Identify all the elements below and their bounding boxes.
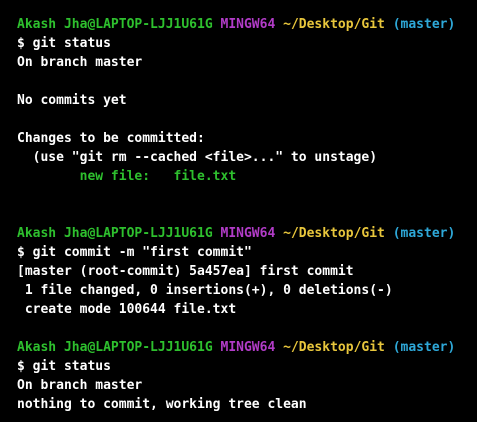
output-line: create mode 100644 file.txt — [17, 302, 237, 317]
output-line: On branch master — [17, 55, 143, 70]
output-line: On branch master — [17, 378, 143, 393]
prompt-system: MINGW64 — [220, 226, 276, 241]
prompt-user-host: Akash Jha@LAPTOP-LJJ1U61G — [17, 340, 213, 355]
command-line: $ git status — [17, 36, 111, 51]
prompt-path: ~/Desktop/Git — [283, 340, 385, 355]
prompt-line: Akash Jha@LAPTOP-LJJ1U61G MINGW64 ~/Desk… — [17, 224, 477, 243]
prompt-path: ~/Desktop/Git — [283, 226, 385, 241]
output-line: (use "git rm --cached <file>..." to unst… — [17, 150, 378, 165]
prompt-system: MINGW64 — [220, 17, 276, 32]
prompt-path: ~/Desktop/Git — [283, 17, 385, 32]
command-line: $ git commit -m "first commit" — [17, 245, 252, 260]
command-line: $ git status — [17, 359, 111, 374]
output-line: Changes to be committed: — [17, 131, 205, 146]
output-line: 1 file changed, 0 insertions(+), 0 delet… — [17, 283, 393, 298]
prompt-system: MINGW64 — [220, 340, 276, 355]
output-line: [master (root-commit) 5a457ea] first com… — [17, 264, 354, 279]
terminal-window[interactable]: Akash Jha@LAPTOP-LJJ1U61G MINGW64 ~/Desk… — [0, 0, 477, 422]
staged-file-line: new file: file.txt — [17, 169, 237, 184]
prompt-branch: (master) — [392, 226, 456, 241]
prompt-user-host: Akash Jha@LAPTOP-LJJ1U61G — [17, 17, 213, 32]
prompt-line: Akash Jha@LAPTOP-LJJ1U61G MINGW64 ~/Desk… — [17, 15, 477, 34]
prompt-branch: (master) — [392, 17, 456, 32]
prompt-branch: (master) — [392, 340, 456, 355]
output-line: No commits yet — [17, 93, 127, 108]
prompt-line: Akash Jha@LAPTOP-LJJ1U61G MINGW64 ~/Desk… — [17, 338, 477, 357]
output-line: nothing to commit, working tree clean — [17, 397, 307, 412]
prompt-user-host: Akash Jha@LAPTOP-LJJ1U61G — [17, 226, 213, 241]
